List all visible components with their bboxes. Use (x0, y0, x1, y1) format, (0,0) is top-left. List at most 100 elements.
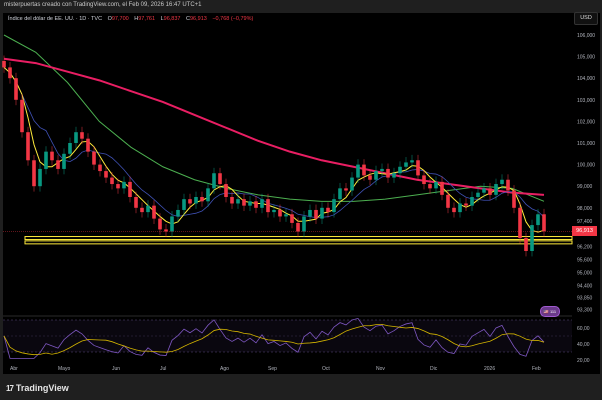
candle (116, 184, 120, 189)
candle (290, 214, 294, 223)
price-tick-label: 101,000 (577, 141, 595, 147)
candle (356, 164, 360, 178)
candle (272, 209, 276, 213)
ma50-line (3, 67, 545, 218)
candle (50, 151, 54, 161)
time-axis-label: Oct (322, 366, 330, 372)
candle (500, 179, 504, 185)
price-tick-label: 93,300 (577, 307, 593, 313)
candle (446, 194, 450, 208)
candle (236, 199, 240, 204)
time-axis-label: 2026 (484, 366, 495, 372)
candle (476, 192, 480, 197)
high-value: 97,761 (138, 16, 156, 22)
candle (200, 197, 204, 202)
last-price-label: 96,913 (572, 226, 597, 236)
candle (92, 151, 96, 165)
candle (254, 201, 258, 208)
candle (338, 188, 342, 200)
time-axis-label: Abr (10, 366, 18, 372)
price-tick-label: 105,000 (577, 55, 595, 61)
ma100-line (3, 34, 545, 202)
candle (194, 197, 198, 204)
candle (230, 197, 234, 204)
candle (26, 132, 30, 161)
brand-name: TradingView (15, 383, 69, 393)
candle (506, 179, 510, 191)
candle (8, 67, 12, 79)
time-axis-label: Feb (532, 366, 541, 372)
candle (470, 197, 474, 206)
time-axis-label: Jul (160, 366, 166, 372)
price-chart[interactable]: 106,000 105,000 104,000 103,000 102,000 101,0… (0, 0, 602, 400)
candle (308, 209, 312, 217)
time-axis-label: Ago (220, 366, 229, 372)
candle (56, 160, 60, 169)
candle (386, 168, 390, 178)
candle (98, 164, 102, 172)
symbol-legend: Índice del dólar de EE. UU. · 1D · TVC O… (8, 16, 253, 22)
candle (182, 199, 186, 210)
price-tick-label: 99,000 (577, 184, 593, 190)
price-tick-label: 100,000 (577, 163, 595, 169)
price-tick-label: 98,000 (577, 206, 593, 212)
candle (152, 205, 156, 219)
time-axis-label: Nov (376, 366, 385, 372)
ma200-line (3, 57, 545, 196)
currency-button[interactable]: USD (574, 12, 598, 25)
candle (416, 160, 420, 176)
candle (62, 153, 66, 169)
candle (68, 143, 72, 154)
candle (146, 205, 150, 213)
rsi-tick-label: 60,00 (577, 326, 590, 332)
candle (380, 168, 384, 172)
candle (248, 201, 252, 206)
candle (326, 207, 330, 213)
candle (536, 214, 540, 226)
candle (32, 160, 36, 187)
candle (428, 184, 432, 189)
candle (86, 138, 90, 152)
time-axis-label: Mayo (58, 366, 70, 372)
candle (218, 173, 222, 185)
candle (350, 177, 354, 191)
candle (440, 181, 444, 195)
candle (128, 181, 132, 197)
candle (188, 199, 192, 204)
candle (530, 225, 534, 251)
candle (20, 99, 24, 133)
candle (392, 173, 396, 178)
candle (242, 199, 246, 206)
candle (170, 216, 174, 232)
candle (206, 188, 210, 202)
candle (452, 207, 456, 213)
candle (542, 214, 546, 232)
candle (464, 203, 468, 206)
candle (434, 181, 438, 189)
candle (362, 164, 366, 176)
candle (404, 162, 408, 167)
candle (278, 209, 282, 217)
price-tick-label: 97,400 (577, 219, 593, 225)
candle (74, 132, 78, 143)
price-tick-label: 94,400 (577, 284, 593, 290)
tradingview-logo[interactable]: 17 TradingView (6, 383, 69, 393)
candle (260, 199, 264, 208)
candle (110, 177, 114, 185)
economic-event-badge[interactable]: 🇺🇸 111 (540, 306, 560, 317)
low-value: 96,837 (163, 16, 181, 22)
candle (104, 171, 108, 178)
close-value: 96,913 (189, 16, 207, 22)
candle (80, 132, 84, 139)
symbol-name: Índice del dólar de EE. UU. · 1D · TVC (8, 16, 103, 22)
candle (212, 173, 216, 189)
candle (44, 151, 48, 169)
time-axis-label: Sep (268, 366, 277, 372)
candle (482, 188, 486, 193)
time-axis-label: Jun (112, 366, 120, 372)
candle (134, 197, 138, 208)
candle (512, 190, 516, 208)
candle (518, 207, 522, 239)
candle (14, 78, 18, 100)
price-tick-label: 106,000 (577, 33, 595, 39)
